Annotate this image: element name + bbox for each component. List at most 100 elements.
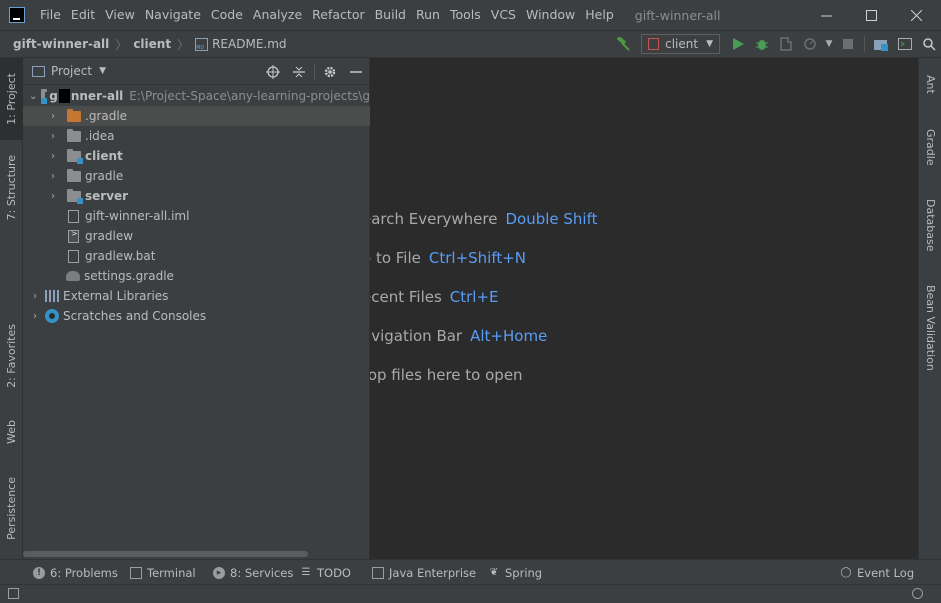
tree-root[interactable]: ⌄ g nner-all E:\Project-Space\any-learni… <box>23 86 370 106</box>
chevron-down-icon[interactable]: ⌄ <box>29 91 37 102</box>
folder-icon <box>67 168 81 182</box>
chevron-right-icon[interactable]: › <box>47 131 59 142</box>
play-icon <box>733 38 744 50</box>
tool-window-bean-validation-label: Bean Validation <box>924 285 937 371</box>
tool-window-structure[interactable]: 7: Structure <box>0 146 23 230</box>
tool-window-web[interactable]: Web <box>0 408 23 456</box>
tool-window-database-label: Database <box>924 198 937 252</box>
excluded-folder-icon <box>67 108 81 122</box>
menu-window[interactable]: Window <box>521 0 580 30</box>
tool-window-services[interactable]: ▸ 8: Services <box>213 560 293 585</box>
tree-item-gradlew-bat[interactable]: gradlew.bat <box>23 246 370 266</box>
tool-window-database[interactable]: Database <box>919 190 941 260</box>
menu-help[interactable]: Help <box>580 0 619 30</box>
locate-file-button[interactable] <box>260 58 286 85</box>
tree-item-server[interactable]: › server <box>23 186 370 206</box>
project-structure-button[interactable] <box>869 32 893 56</box>
chevron-right-icon[interactable]: › <box>29 311 41 322</box>
tree-item-client[interactable]: › client <box>23 146 370 166</box>
chevron-down-icon[interactable]: ▼ <box>99 66 106 76</box>
main-toolbar: client ▼ ▼ <box>611 31 941 57</box>
menu-file[interactable]: File <box>35 0 66 30</box>
more-run-options-chevron[interactable]: ▼ <box>822 32 836 56</box>
spring-leaf-icon: ❦ <box>489 567 499 578</box>
build-hammer-button[interactable] <box>611 32 635 56</box>
breadcrumb-separator: 〉 <box>177 37 190 52</box>
tree-item-label: gradlew <box>85 229 134 243</box>
hint-search-everywhere: earch Everywhere Double Shift <box>370 210 598 228</box>
breadcrumb-module[interactable]: client <box>133 37 171 51</box>
tool-window-event-log[interactable]: ◯ Event Log <box>840 560 914 585</box>
toggle-tool-windows-icon[interactable] <box>8 588 19 599</box>
tree-item-label: settings.gradle <box>84 269 174 283</box>
chevron-right-icon[interactable]: › <box>47 191 59 202</box>
menu-tools[interactable]: Tools <box>445 0 486 30</box>
tool-window-terminal[interactable]: Terminal <box>130 560 196 585</box>
coverage-icon <box>780 37 792 51</box>
profile-button[interactable] <box>798 32 822 56</box>
window-icon <box>898 38 912 50</box>
menu-navigate[interactable]: Navigate <box>140 0 206 30</box>
tree-item-gradle[interactable]: › gradle <box>23 166 370 186</box>
debug-button[interactable] <box>750 32 774 56</box>
tool-window-ant[interactable]: Ant <box>919 64 941 104</box>
tree-item-idea[interactable]: › .idea <box>23 126 370 146</box>
menu-vcs[interactable]: VCS <box>486 0 521 30</box>
breadcrumb-file[interactable]: README.md <box>212 37 286 51</box>
chevron-right-icon[interactable]: › <box>47 111 59 122</box>
panel-settings-button[interactable] <box>317 58 343 85</box>
menu-build[interactable]: Build <box>370 0 411 30</box>
chevron-right-icon[interactable]: › <box>47 171 59 182</box>
tool-window-problems[interactable]: ! 6: Problems <box>33 560 118 585</box>
notifications-icon[interactable] <box>912 588 923 599</box>
problems-icon: ! <box>33 566 45 579</box>
chevron-right-icon[interactable]: › <box>47 151 59 162</box>
hide-panel-button[interactable] <box>343 58 369 85</box>
tool-window-project[interactable]: 1: Project <box>0 58 23 140</box>
menu-analyze[interactable]: Analyze <box>248 0 307 30</box>
tool-window-persistence[interactable]: Persistence <box>0 466 23 551</box>
toolbar-divider <box>864 36 865 52</box>
tool-window-todo[interactable]: ☰ TODO <box>300 560 351 585</box>
project-view-selector[interactable]: Project <box>51 64 92 78</box>
tool-window-spring[interactable]: ❦ Spring <box>488 560 542 585</box>
horizontal-scrollbar[interactable] <box>23 551 308 557</box>
close-window-button[interactable] <box>893 0 939 30</box>
tool-window-bean-validation[interactable]: Bean Validation <box>919 278 941 378</box>
terminal-toolbar-button[interactable] <box>893 32 917 56</box>
hint-text: rop files here to open <box>370 366 523 384</box>
tool-window-favorites[interactable]: 2: Favorites <box>0 313 23 398</box>
minimize-button[interactable] <box>803 0 849 30</box>
hint-shortcut: Ctrl+Shift+N <box>428 249 527 267</box>
maximize-button[interactable] <box>848 0 894 30</box>
menu-run[interactable]: Run <box>411 0 445 30</box>
stop-button[interactable] <box>836 32 860 56</box>
module-folder-icon <box>41 88 48 104</box>
collapse-all-button[interactable] <box>286 58 312 85</box>
tool-window-ant-label: Ant <box>924 74 937 94</box>
run-button[interactable] <box>726 32 750 56</box>
breadcrumb-project[interactable]: gift-winner-all <box>13 37 109 51</box>
tree-item-iml[interactable]: gift-winner-all.iml <box>23 206 370 226</box>
tree-item-scratches[interactable]: › Scratches and Consoles <box>23 306 370 326</box>
run-with-coverage-button[interactable] <box>774 32 798 56</box>
run-config-icon <box>648 38 660 50</box>
tree-item-settings-gradle[interactable]: settings.gradle <box>23 266 370 286</box>
menu-view[interactable]: View <box>100 0 140 30</box>
tool-window-todo-label: TODO <box>317 565 351 580</box>
menu-refactor[interactable]: Refactor <box>307 0 369 30</box>
editor-empty-area[interactable]: earch Everywhere Double Shift o to File Ct… <box>370 58 918 559</box>
menu-edit[interactable]: Edit <box>66 0 100 30</box>
hint-shortcut: Double Shift <box>505 210 598 228</box>
tree-item-external-libraries[interactable]: › External Libraries <box>23 286 370 306</box>
search-everywhere-button[interactable] <box>917 32 941 56</box>
tree-item-gradle-cache[interactable]: › .gradle <box>23 106 370 126</box>
iml-file-icon <box>68 209 79 223</box>
tool-window-gradle[interactable]: Gradle <box>919 120 941 175</box>
menu-code[interactable]: Code <box>206 0 248 30</box>
tree-item-gradlew[interactable]: gradlew <box>23 226 370 246</box>
chevron-right-icon[interactable]: › <box>29 291 41 302</box>
tool-window-java-enterprise[interactable]: Java Enterprise <box>372 560 476 585</box>
run-configuration-select[interactable]: client ▼ <box>641 34 720 54</box>
breadcrumb-separator: 〉 <box>115 37 128 52</box>
